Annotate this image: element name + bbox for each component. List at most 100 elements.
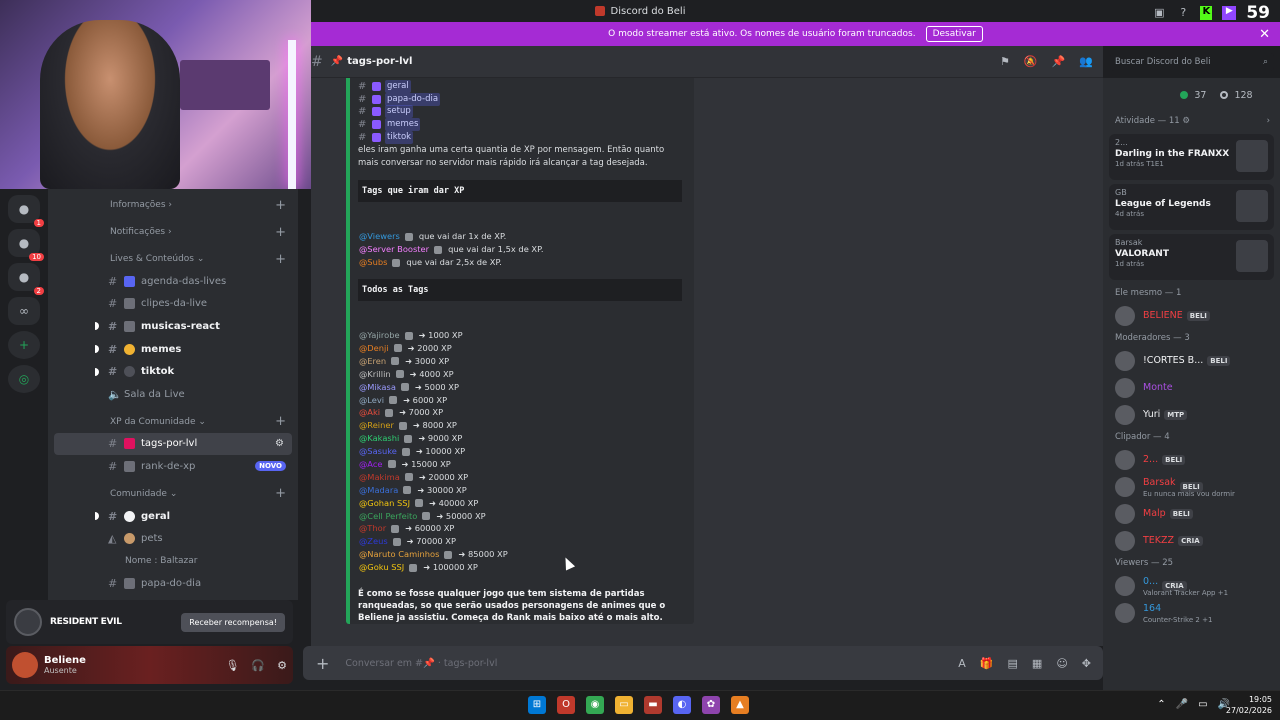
file-explorer-icon[interactable]: ▭ bbox=[615, 696, 633, 714]
channel-pets[interactable]: ◭ pets bbox=[48, 527, 298, 550]
member-row[interactable]: 2... BELI bbox=[1103, 446, 1280, 473]
headphones-icon[interactable]: 🎧 bbox=[251, 659, 265, 672]
claim-reward-button[interactable]: Receber recompensa! bbox=[181, 612, 285, 632]
channel-clipes-da-live[interactable]: # clipes-da-live bbox=[48, 293, 298, 316]
server-folder[interactable]: ● 2 bbox=[8, 263, 44, 295]
apps-icon[interactable]: ✥ bbox=[1082, 657, 1091, 670]
channel-tags-por-lvl[interactable]: # tags-por-lvl ⚙ bbox=[54, 432, 292, 456]
mic-tray-icon[interactable]: 🎤 bbox=[1176, 699, 1188, 710]
add-channel-icon[interactable]: + bbox=[275, 252, 286, 267]
channel-memes[interactable]: # memes bbox=[48, 338, 298, 361]
channel-agenda-das-lives[interactable]: # agenda-das-lives bbox=[48, 270, 298, 293]
help-icon[interactable]: ? bbox=[1176, 6, 1190, 20]
role-mention[interactable]: @Denji bbox=[358, 342, 390, 355]
role-mention[interactable]: @Eren bbox=[358, 355, 387, 368]
thread-baltazar[interactable]: Nome : Baltazar bbox=[48, 550, 298, 573]
add-channel-icon[interactable]: + bbox=[275, 225, 286, 240]
add-channel-icon[interactable]: + bbox=[275, 414, 286, 429]
role-mention[interactable]: @Yajirobe bbox=[358, 329, 401, 342]
channel-mention[interactable]: setup bbox=[385, 105, 413, 119]
app-icon[interactable]: ▬ bbox=[644, 696, 662, 714]
role-mention[interactable]: @Server Booster bbox=[358, 243, 430, 256]
deactivate-button[interactable]: Desativar bbox=[925, 26, 983, 42]
role-mention[interactable]: @Sasuke bbox=[358, 445, 398, 458]
role-mention[interactable]: @Naruto Caminhos bbox=[358, 548, 440, 561]
chrome-icon[interactable]: ◉ bbox=[586, 696, 604, 714]
channel-musicas-react[interactable]: # musicas-react bbox=[48, 315, 298, 338]
role-mention[interactable]: @Cell Perfeito bbox=[358, 510, 418, 523]
role-mention[interactable]: @Mikasa bbox=[358, 381, 397, 394]
opera-icon[interactable]: O bbox=[557, 696, 575, 714]
voice-sala-da-live[interactable]: 🔈 Sala da Live bbox=[48, 383, 298, 406]
vlc-icon[interactable]: ▲ bbox=[731, 696, 749, 714]
chevron-up-icon[interactable]: ⌃ bbox=[1157, 699, 1165, 710]
clock[interactable]: 19:05 27/02/2026 bbox=[1226, 694, 1272, 716]
attach-icon[interactable]: + bbox=[316, 654, 329, 673]
activity-card[interactable]: 2... Darling in the FRANXX 1d atrás T1E1 bbox=[1109, 134, 1274, 180]
discover-icon[interactable]: ◎ bbox=[8, 365, 40, 393]
add-channel-icon[interactable]: + bbox=[275, 486, 286, 501]
category-notificacoes[interactable]: Notificações › + bbox=[48, 221, 298, 243]
member-row[interactable]: 0... CRIA Valorant Tracker App +1 bbox=[1103, 572, 1280, 599]
server-folder[interactable]: ∞ bbox=[8, 297, 40, 325]
add-channel-icon[interactable]: + bbox=[275, 198, 286, 213]
avatar[interactable] bbox=[12, 652, 38, 678]
activity-card[interactable]: GB League of Legends 4d atrás bbox=[1109, 184, 1274, 230]
chevron-right-icon[interactable]: › bbox=[1267, 116, 1270, 126]
network-icon[interactable]: ▭ bbox=[1198, 699, 1207, 710]
role-mention[interactable]: @Krillin bbox=[358, 368, 392, 381]
category-informacoes[interactable]: Informações › + bbox=[48, 194, 298, 216]
inbox-icon[interactable]: ▣ bbox=[1152, 6, 1166, 20]
server-folder[interactable]: ● 10 bbox=[8, 229, 44, 261]
role-mention[interactable]: @Zeus bbox=[358, 535, 389, 548]
category-lives[interactable]: Lives & Conteúdos ⌄ + bbox=[48, 248, 298, 270]
channel-mention[interactable]: tiktok bbox=[385, 130, 414, 144]
role-mention[interactable]: @Aki bbox=[358, 406, 381, 419]
discord-icon[interactable]: ◐ bbox=[673, 696, 691, 714]
role-mention[interactable]: @Levi bbox=[358, 394, 385, 407]
member-row[interactable]: Monte bbox=[1103, 374, 1280, 401]
server-folder[interactable]: ● 1 bbox=[8, 195, 44, 227]
channel-mention[interactable]: papa-do-dia bbox=[385, 92, 441, 106]
category-comunidade[interactable]: Comunidade ⌄ + bbox=[48, 483, 298, 505]
search-input[interactable]: Buscar Discord do Beli ⌕ bbox=[1110, 53, 1274, 71]
member-row[interactable]: TEKZZ CRIA bbox=[1103, 527, 1280, 554]
channel-mention[interactable]: memes bbox=[385, 117, 421, 131]
gift-icon[interactable]: 🎁 bbox=[980, 657, 994, 670]
activity-card[interactable]: Barsak VALORANT 1d atrás bbox=[1109, 234, 1274, 280]
emoji-icon[interactable]: ☺ bbox=[1056, 657, 1067, 670]
message-composer[interactable]: + Conversar em #📌 · tags-por-lvl A 🎁 ▤ ▦… bbox=[303, 646, 1103, 680]
role-mention[interactable]: @Subs bbox=[358, 256, 388, 269]
channel-mention[interactable]: geral bbox=[385, 79, 411, 93]
gear-icon[interactable]: ⚙ bbox=[277, 659, 287, 672]
windows-start-icon[interactable]: ⊞ bbox=[528, 696, 546, 714]
role-mention[interactable]: @Ace bbox=[358, 458, 384, 471]
channel-rank-de-xp[interactable]: # rank-de-xp NOVO bbox=[48, 455, 298, 478]
member-row[interactable]: Barsak BELI Eu nunca mais vou dormir bbox=[1103, 473, 1280, 500]
member-row[interactable]: !CORTES B... BELI bbox=[1103, 347, 1280, 374]
gif-icon[interactable]: ▤ bbox=[1008, 657, 1018, 670]
pinned-icon[interactable]: 📌 bbox=[1052, 55, 1066, 68]
role-mention[interactable]: @Reiner bbox=[358, 419, 395, 432]
member-row[interactable]: Yuri MTP bbox=[1103, 401, 1280, 428]
role-mention[interactable]: @Gohan SSJ bbox=[358, 497, 411, 510]
role-mention[interactable]: @Goku SSJ bbox=[358, 561, 405, 574]
close-icon[interactable]: ✕ bbox=[1259, 27, 1270, 42]
role-mention[interactable]: @Kakashi bbox=[358, 432, 400, 445]
member-row[interactable]: BELIENE BELI bbox=[1103, 302, 1280, 329]
channel-geral[interactable]: # geral bbox=[48, 505, 298, 528]
add-server-icon[interactable]: + bbox=[8, 331, 40, 359]
category-xp[interactable]: XP da Comunidade ⌄ + bbox=[48, 411, 298, 433]
member-row[interactable]: Malp BELI bbox=[1103, 500, 1280, 527]
app2-icon[interactable]: ✿ bbox=[702, 696, 720, 714]
channel-tiktok[interactable]: # tiktok bbox=[48, 360, 298, 383]
channel-settings-icons[interactable]: ⚙ bbox=[275, 438, 284, 449]
threads-icon[interactable]: ⚑ bbox=[1000, 55, 1010, 68]
channel-papa-do-dia[interactable]: # papa-do-dia bbox=[48, 573, 298, 596]
role-mention[interactable]: @Viewers bbox=[358, 230, 401, 243]
mute-icon[interactable]: 🔕 bbox=[1024, 55, 1038, 68]
role-mention[interactable]: @Madara bbox=[358, 484, 399, 497]
sticker-icon[interactable]: ▦ bbox=[1032, 657, 1042, 670]
microphone-icon[interactable]: 🎙 bbox=[225, 659, 239, 672]
members-icon[interactable]: 👥 bbox=[1079, 55, 1093, 68]
